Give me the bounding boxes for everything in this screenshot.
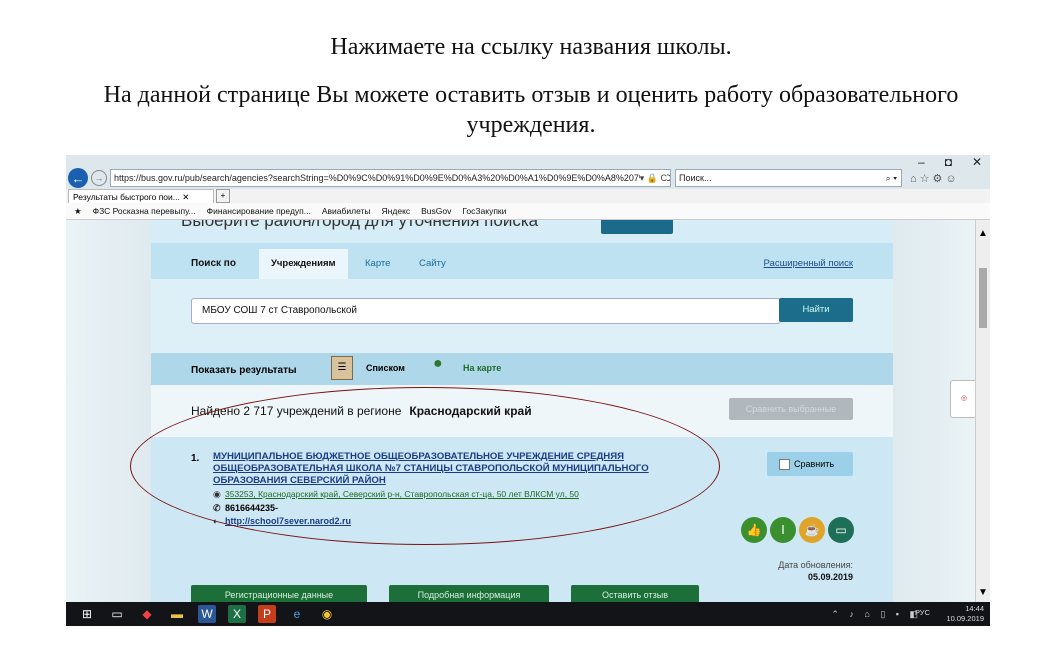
system-clock[interactable]: РУС 14:44 10.09.2019 (915, 604, 984, 624)
tray-time: 14:44 (965, 604, 984, 613)
tie-icon[interactable]: Ⅰ (770, 517, 796, 543)
show-results-bar: Показать результаты ☰ Списком ● На карте (151, 353, 893, 385)
leave-review-button[interactable]: Оставить отзыв (571, 585, 699, 602)
compare-checkbox[interactable]: Сравнить (767, 452, 853, 476)
tab-site[interactable]: Сайту (419, 249, 446, 279)
detailed-info-button[interactable]: Подробная информация (389, 585, 549, 602)
page-scrollbar[interactable]: ▲ ▼ (975, 220, 990, 602)
favorite-5[interactable]: BusGov (421, 206, 451, 216)
region-strip: Выберите район/город для уточнения поиск… (151, 220, 893, 243)
browser-tab[interactable]: Результаты быстрого пои... ✕ (68, 188, 214, 204)
highlight-ellipse (130, 387, 720, 545)
home-icon[interactable]: ⌂ (910, 173, 920, 185)
thumbs-up-icon[interactable]: 👍 (741, 517, 767, 543)
browser-tools: ⌂☆⚙☺ (910, 172, 960, 185)
tab-close-icon[interactable]: ✕ (182, 192, 189, 202)
compare-label: Сравнить (794, 459, 835, 469)
tab-row: Результаты быстрого пои... ✕ + (66, 188, 990, 204)
find-button[interactable]: Найти (779, 298, 853, 322)
inbox-icon[interactable]: ▭ (828, 517, 854, 543)
side-widget-logo[interactable]: ◎ (950, 380, 976, 418)
favorite-6[interactable]: ГосЗакупки (462, 206, 506, 216)
app-icon[interactable]: ◆ (138, 605, 156, 623)
search-box-area: МБОУ СОШ 7 ст Ставропольской Найти (151, 279, 893, 353)
slide-instruction-2b: учреждения. (466, 112, 596, 138)
folder-icon[interactable]: ▬ (168, 605, 186, 623)
scroll-down-icon[interactable]: ▼ (978, 587, 988, 598)
word-icon[interactable]: W (198, 605, 216, 623)
chrome-icon[interactable]: ◉ (318, 605, 336, 623)
list-view-icon[interactable]: ☰ (331, 356, 353, 380)
smiley-icon[interactable]: ☺ (945, 173, 959, 185)
slide-instruction-1: Нажимаете на ссылку названия школы. (330, 34, 732, 60)
search-by-label: Поиск по (191, 258, 236, 269)
checkbox-icon[interactable] (779, 459, 790, 471)
internet-explorer-icon[interactable]: e (288, 605, 306, 623)
tab-map[interactable]: Карте (365, 249, 390, 279)
advanced-search-link[interactable]: Расширенный поиск (764, 258, 853, 269)
list-view-link[interactable]: Списком (366, 363, 405, 373)
favorites-star-icon[interactable]: ★ (74, 206, 82, 217)
excel-icon[interactable]: X (228, 605, 246, 623)
favorite-1[interactable]: ФЗС Росказна перевыпу... (93, 206, 196, 216)
map-pin-icon[interactable]: ● (433, 355, 449, 377)
favorite-2[interactable]: Финансирование предуп... (207, 206, 311, 216)
scroll-thumb[interactable] (979, 268, 987, 328)
taskbar: ⊞ ▭ ◆ ▬ W X P e ◉ ⌃ ♪ ⌂ ▯ ▪ ◧ РУС 14:44 … (66, 602, 990, 626)
update-info: Дата обновления: 05.09.2019 (778, 559, 853, 583)
address-row: ← → https://bus.gov.ru/pub/search/agenci… (66, 167, 990, 189)
url-text: https://bus.gov.ru/pub/search/agencies?s… (114, 173, 671, 183)
tab-agencies[interactable]: Учреждениям (259, 249, 348, 279)
compare-selected-button[interactable]: Сравнить выбранные (729, 398, 853, 420)
forward-arrow-icon[interactable]: → (91, 170, 107, 186)
show-results-label: Показать результаты (191, 365, 297, 376)
new-tab-button[interactable]: + (216, 189, 230, 203)
tab-title: Результаты быстрого пои... (73, 191, 180, 202)
search-tabs: Поиск по Учреждениям Карте Сайту Расшире… (151, 243, 893, 279)
search-input[interactable]: МБОУ СОШ 7 ст Ставропольской (191, 298, 781, 324)
favorite-4[interactable]: Яндекс (382, 206, 411, 216)
region-select-button[interactable] (601, 220, 673, 234)
windows-start-icon[interactable]: ⊞ (78, 605, 96, 623)
slide-instruction-2: На данной странице Вы можете оставить от… (0, 80, 1062, 140)
powerpoint-icon[interactable]: P (258, 605, 276, 623)
browser-search-placeholder: Поиск... (679, 173, 712, 183)
task-view-icon[interactable]: ▭ (108, 605, 126, 623)
back-arrow-icon[interactable]: ← (68, 168, 88, 188)
slide-instruction-2a: На данной странице Вы можете оставить от… (103, 82, 959, 108)
map-view-link[interactable]: На карте (463, 363, 501, 373)
url-controls[interactable]: ▾ 🔒 C (639, 170, 667, 186)
browser-screenshot: – ◘ ✕ ← → https://bus.gov.ru/pub/search/… (66, 155, 990, 626)
tray-date: 10.09.2019 (946, 614, 984, 623)
region-heading: Выберите район/город для уточнения поиск… (181, 220, 539, 230)
tray-lang[interactable]: РУС (915, 608, 930, 618)
favorites-bar: ★ ФЗС Росказна перевыпу... Финансировани… (66, 203, 990, 220)
browser-search-input[interactable]: Поиск... ⌕ ▾ (675, 169, 902, 187)
update-label: Дата обновления: (778, 560, 853, 570)
address-bar[interactable]: https://bus.gov.ru/pub/search/agencies?s… (110, 169, 671, 187)
registration-data-button[interactable]: Регистрационные данные (191, 585, 367, 602)
rating-buttons: 👍 Ⅰ ☕ ▭ (741, 517, 854, 543)
background-decoration-left (66, 220, 151, 602)
result-actions: Регистрационные данные Подробная информа… (191, 585, 699, 602)
favorite-3[interactable]: Авиабилеты (322, 206, 371, 216)
search-icon[interactable]: ⌕ ▾ (886, 170, 897, 186)
tray-icons[interactable]: ⌃ ♪ ⌂ ▯ ▪ ◧ (831, 609, 922, 620)
scroll-up-icon[interactable]: ▲ (978, 228, 988, 239)
star-icon[interactable]: ☆ (920, 173, 933, 185)
gear-icon[interactable]: ⚙ (933, 173, 946, 185)
cup-icon[interactable]: ☕ (799, 517, 825, 543)
update-date: 05.09.2019 (807, 572, 853, 582)
